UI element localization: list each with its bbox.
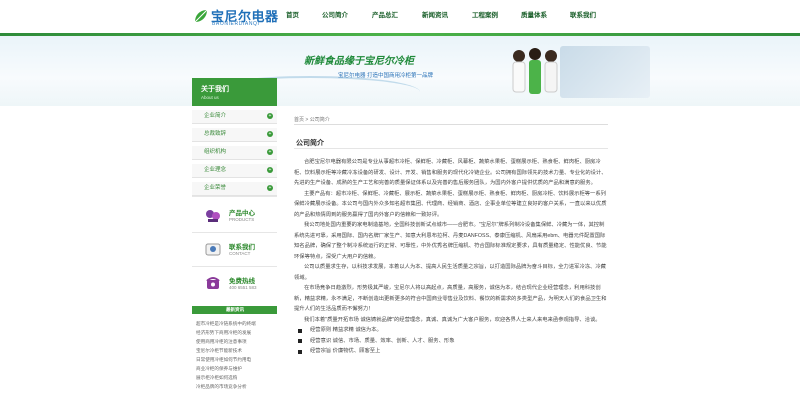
plus-icon: +	[267, 131, 273, 137]
news-list-item[interactable]: 使用商用冷柜的注意事项	[196, 337, 276, 346]
news-list-item[interactable]: 经济形势下商用冷柜的发展	[196, 328, 276, 337]
news-list-item[interactable]: 日常使用冷柜如何节约用电	[196, 355, 276, 364]
content-paragraph: 公司以质量求生存，以科技求发展，本着以人为本、提高人民生活质量之宗旨，以打造国际…	[294, 264, 606, 281]
sidebar-divider	[192, 266, 277, 267]
content-paragraph: 合肥宝尼尔电器有限公司是专业从事超市冷柜、保鲜柜、冷藏柜、风幕柜、蔬菜水果柜、蛋…	[294, 159, 607, 186]
bullet-square-icon	[298, 349, 302, 354]
sidebar-item-label: 企业理念	[204, 167, 227, 173]
news-list-item[interactable]: 超市冷柜是冷链系统中的终端	[196, 319, 276, 328]
plus-icon: +	[267, 149, 273, 155]
principles-list: 经营原则 精益求精 诚信为本。 经营意识 诚信、市场、质量、效率、创新、人才、服…	[294, 325, 608, 357]
brand-name-en: BAONIERDIANQI	[212, 21, 260, 27]
breadcrumb[interactable]: 首页 > 公司简介	[294, 116, 330, 123]
content-paragraph: 我公司地处国内重要的家电制造基地，全国科技创新试点城市——合肥市。"宝尼尔"牌系…	[294, 222, 607, 260]
breadcrumb-divider	[294, 124, 608, 125]
sidebar-divider	[192, 196, 277, 197]
principle-text: 经营宗旨 价廉物优、顾客至上	[310, 348, 381, 354]
sidebar-item-company-intro[interactable]: 企业简介 +	[192, 110, 277, 124]
nav-products[interactable]: 产品总汇	[372, 6, 398, 26]
sidebar-title: 关于我们	[201, 86, 229, 93]
principle-text: 经营原则 精益求精 诚信为本。	[310, 327, 382, 333]
nav-company-profile[interactable]: 公司简介	[322, 6, 348, 26]
list-item: 经营宗旨 价廉物优、顾客至上	[294, 346, 608, 357]
news-list-item[interactable]: 宝尼尔冷柜节能新技术	[196, 346, 276, 355]
nav-news[interactable]: 新闻资讯	[422, 6, 448, 26]
plus-icon: +	[267, 167, 273, 173]
bullet-square-icon	[298, 339, 302, 343]
sidebar-contact-link[interactable]: 联系我们 CONTACT	[192, 236, 277, 264]
page-title: 公司简介	[296, 140, 324, 147]
sidebar-hotline[interactable]: 免费热线 400 6551 583	[192, 270, 277, 298]
sidebar-item-ceo-speech[interactable]: 总裁致辞 +	[192, 128, 277, 142]
banner-fridge-image	[560, 46, 650, 98]
list-item: 经营原则 精益求精 诚信为本。	[294, 325, 608, 336]
hero-banner: 新鲜食品缘于宝尼尔冷柜 宝尼尔电器 打造中国商用冷柜第一品牌	[0, 36, 800, 106]
nav-quality[interactable]: 质量体系	[521, 6, 547, 26]
sidebar-item-organization[interactable]: 组织机构 +	[192, 146, 277, 160]
sidebar-news-title: 最新资讯	[226, 307, 244, 312]
sidebar-header: 关于我们 About us	[192, 78, 277, 106]
nav-cases[interactable]: 工程案例	[472, 6, 498, 26]
products-title: 产品中心	[229, 210, 255, 217]
news-list-item[interactable]: 冷柜品牌的市场竞争分析	[196, 382, 276, 391]
banner-slogan: 新鲜食品缘于宝尼尔冷柜	[304, 56, 414, 67]
hotline-title: 免费热线	[229, 278, 255, 285]
sidebar: 关于我们 About us 企业简介 + 总裁致辞 + 组织机构 + 企业理念 + 企业…	[192, 78, 277, 400]
sidebar-divider	[192, 232, 277, 233]
hotline-number: 400 6551 583	[229, 285, 257, 290]
list-item: 经营意识 诚信、市场、质量、效率、创新、人才、服务、形象	[294, 336, 608, 347]
news-list-item[interactable]: 展示柜冷柜如何选购	[196, 373, 276, 382]
contact-icon	[205, 243, 221, 256]
main-nav: 首页 公司简介 产品总汇 新闻资讯 工程案例 质量体系 联系我们	[272, 6, 612, 28]
sidebar-news-header: 最新资讯	[192, 306, 277, 314]
sidebar-item-philosophy[interactable]: 企业理念 +	[192, 164, 277, 178]
sidebar-item-label: 总裁致辞	[204, 131, 227, 137]
phone-icon	[206, 277, 220, 289]
main-content: 合肥宝尼尔电器有限公司是专业从事超市冷柜、保鲜柜、冷藏柜、风幕柜、蔬菜水果柜、蛋…	[294, 157, 608, 357]
principle-text: 经营意识 诚信、市场、质量、效率、创新、人才、服务、形象	[310, 337, 455, 344]
contact-title: 联系我们	[229, 244, 255, 251]
top-header: 宝尼尔电器 BAONIERDIANQI 首页 公司简介 产品总汇 新闻资讯 工程…	[0, 0, 800, 34]
title-divider	[294, 148, 608, 149]
brand-logo[interactable]: 宝尼尔电器 BAONIERDIANQI	[193, 6, 278, 28]
banner-subline: 宝尼尔电器 打造中国商用冷柜第一品牌	[338, 73, 434, 79]
sidebar-item-label: 组织机构	[204, 149, 227, 155]
brand-leaf-icon	[194, 9, 208, 23]
sidebar-title-en: About us	[201, 95, 219, 100]
content-paragraph: 我们本着"质量开拓市场 诚信铸就品牌"的经营理念，真诚、真诚为广大客户服务，欢迎…	[304, 316, 601, 323]
content-paragraph: 主要产品有：超市冷柜、保鲜柜、冷藏柜、展示柜、蔬菜水果柜、蛋糕展示柜、熟食柜、鲜…	[294, 190, 607, 218]
contact-subtitle: CONTACT	[229, 251, 251, 256]
nav-home[interactable]: 首页	[286, 6, 299, 26]
nav-contact[interactable]: 联系我们	[570, 6, 596, 26]
sidebar-item-label: 企业简介	[204, 113, 227, 119]
bullet-square-icon	[298, 328, 302, 333]
sidebar-products-link[interactable]: 产品中心 PRODUCTS	[192, 202, 277, 230]
sidebar-menu: 企业简介 + 总裁致辞 + 组织机构 + 企业理念 + 企业荣誉 +	[192, 110, 277, 200]
sidebar-news-list: 超市冷柜是冷链系统中的终端 经济形势下商用冷柜的发展 使用商用冷柜的注意事项 宝…	[196, 319, 276, 391]
plus-icon: +	[267, 185, 273, 191]
content-paragraph: 在市场竞争日趋激烈，形势极其严峻，宝尼尔人将以高起点，高质量，高服务，诚信为本，…	[294, 285, 607, 312]
banner-people-image	[512, 48, 558, 94]
sidebar-item-label: 企业荣誉	[204, 185, 227, 191]
products-subtitle: PRODUCTS	[229, 217, 255, 222]
plus-icon: +	[267, 113, 273, 119]
news-list-item[interactable]: 商业冷柜的保养与维护	[196, 364, 276, 373]
sidebar-item-honors[interactable]: 企业荣誉 +	[192, 182, 277, 196]
products-icon	[206, 210, 220, 222]
